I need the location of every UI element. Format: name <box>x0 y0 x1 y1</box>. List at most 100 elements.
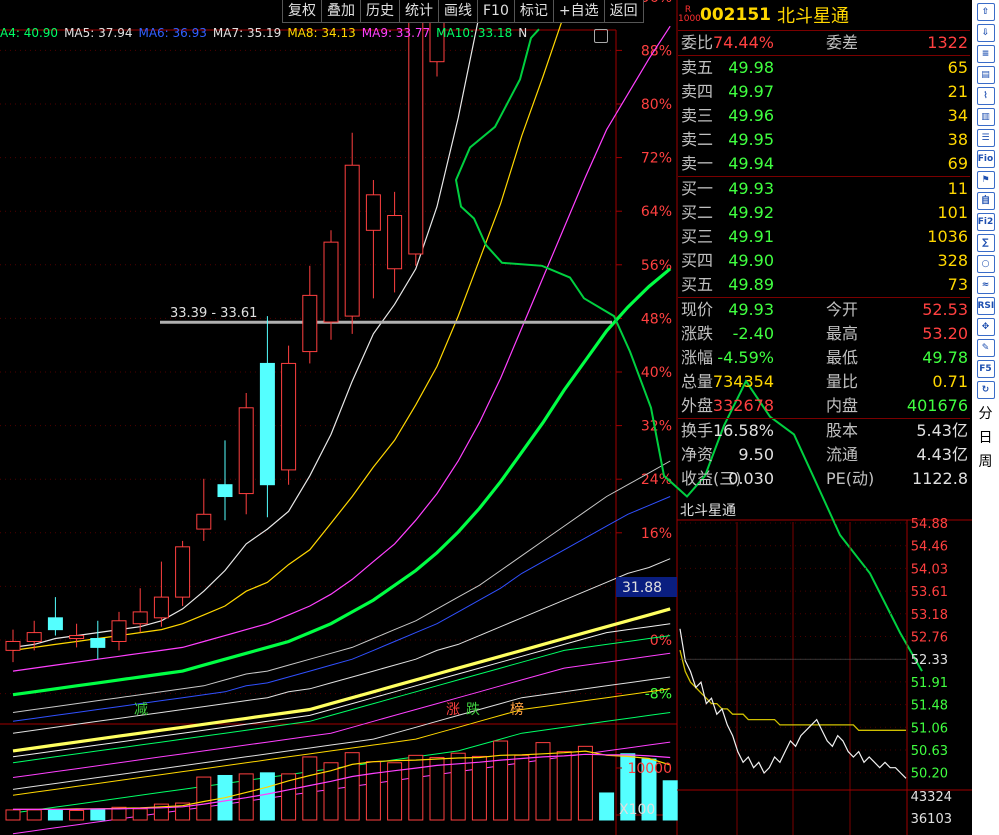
f2-icon[interactable]: Fi2 <box>976 213 995 231</box>
sigma-icon[interactable]: ∑ <box>976 234 995 252</box>
stat-label-2: 最高 <box>826 324 859 343</box>
fundamental-stats: 换手 16.58% 股本 5.43亿 净资 9.50 流通 4.43亿 收益(三) 0.030 PE… <box>678 419 970 491</box>
toolbar-button-6[interactable]: 标记 <box>513 0 554 23</box>
sell-row-label: 卖三 <box>681 106 714 125</box>
sell-row-label: 卖五 <box>681 58 714 77</box>
toolbar-button-7[interactable]: +自选 <box>552 0 605 23</box>
stat-row: 总量 734354 量比 0.71 <box>678 370 970 394</box>
intraday-price-tick: 52.33 <box>911 653 948 668</box>
ma-legend-item: N <box>518 26 528 40</box>
buy-row: 买一 49.93 11 <box>678 177 970 201</box>
pct-tick-label: 88% <box>641 43 672 59</box>
ma-legend-item: MA9: 33.77 <box>361 26 431 40</box>
volume-bar <box>259 772 275 821</box>
volume-bar <box>69 809 85 821</box>
right-toolbar: ⇧ ⇩ ≡ ▤ ⌇ ▥ ☰ Fio ⚑ 自 Fi2 ∑ ○ ≈ RSI ✥ ✎ F5 ↻ 分日周 <box>972 0 999 835</box>
candle <box>196 478 212 541</box>
crosshair-icon[interactable]: ✥ <box>976 318 995 336</box>
buy-orders: 买一 49.93 11 买二 49.92 101 买三 49.91 1036 买四 49.90 328… <box>678 177 970 298</box>
stat-label-2: 流通 <box>826 445 859 464</box>
report-icon[interactable]: ≡ <box>976 45 995 63</box>
pct-tick-label: 40% <box>641 365 672 381</box>
up-arrow-icon[interactable]: ⇧ <box>976 3 995 21</box>
candle <box>238 393 254 515</box>
stat-value: 734354 <box>712 372 774 391</box>
stat-row: 涨幅 -4.59% 最低 49.78 <box>678 346 970 370</box>
toolbar-button-3[interactable]: 统计 <box>399 0 439 23</box>
ma-legend-item: MA10: 33.18 <box>436 26 513 40</box>
cursor-price-label: 31.88 <box>622 580 662 596</box>
bar-chart-icon[interactable]: ▥ <box>976 108 995 126</box>
chart-icon[interactable]: ⌇ <box>976 87 995 105</box>
candle <box>344 132 360 334</box>
toolbar-button-5[interactable]: F10 <box>477 0 515 23</box>
ma-legend-item: MA5: 37.94 <box>64 26 133 40</box>
buy-row: 买四 49.90 328 <box>678 249 970 273</box>
sell-row-label: 卖二 <box>681 130 714 149</box>
price-stats: 现价 49.93 今开 52.53 涨跌 -2.40 最高 53.20 涨幅 -4.59% 最低 49… <box>678 298 970 419</box>
buy-row-volume: 328 <box>937 251 968 270</box>
stock-name: 北斗星通 <box>776 6 849 27</box>
sell-row-price: 49.96 <box>728 106 774 125</box>
toolbar-button-2[interactable]: 历史 <box>360 0 400 23</box>
stat-value: -4.59% <box>717 348 774 367</box>
weibi-value: 74.44% <box>712 33 774 52</box>
sell-row: 卖二 49.95 38 <box>678 128 970 152</box>
refresh-icon[interactable]: ↻ <box>976 381 995 399</box>
down-arrow-icon[interactable]: ⇩ <box>976 24 995 42</box>
volume-bar <box>344 752 360 821</box>
ma-lines <box>12 0 672 835</box>
volume-bar <box>471 755 487 821</box>
buy-row: 买三 49.91 1036 <box>678 225 970 249</box>
toolbar-button-8[interactable]: 返回 <box>603 0 644 23</box>
intraday-price-tick: 53.18 <box>911 608 948 623</box>
buy-row-label: 买四 <box>681 251 714 270</box>
period-button-2[interactable]: 周 <box>975 451 997 471</box>
volume-bar <box>429 756 445 821</box>
toolbar-button-4[interactable]: 画线 <box>438 0 478 23</box>
pct-tick-label: 64% <box>641 204 672 220</box>
doc-icon[interactable]: ▤ <box>976 66 995 84</box>
buy-row-price: 49.90 <box>728 251 774 270</box>
pen-icon[interactable]: ✎ <box>976 339 995 357</box>
list-icon[interactable]: ☰ <box>976 129 995 147</box>
volume-bar <box>196 776 212 821</box>
period-button-0[interactable]: 分 <box>975 403 997 423</box>
wave-icon[interactable]: ≈ <box>976 276 995 294</box>
flag-icon[interactable]: ⚑ <box>976 171 995 189</box>
stock-code: 002151 <box>700 5 771 25</box>
candle <box>259 316 275 518</box>
sell-row: 卖一 49.94 69 <box>678 152 970 176</box>
stat-label: 总量 <box>681 372 714 391</box>
r-badge: R 1000 <box>678 5 701 24</box>
candle <box>47 597 63 636</box>
intraday-price-tick: 54.03 <box>911 562 948 577</box>
volume-bar <box>662 780 678 821</box>
buy-row-volume: 1036 <box>927 227 968 246</box>
candles <box>5 0 445 663</box>
period-button-1[interactable]: 日 <box>975 427 997 447</box>
toolbar-button-0[interactable]: 复权 <box>282 0 322 23</box>
event-tag: 榜 <box>510 701 524 718</box>
sell-orders: 卖五 49.98 65 卖四 49.97 21 卖三 49.96 34 卖二 49.95 38 卖一 49… <box>678 56 970 177</box>
stat-label-2: 最低 <box>826 348 859 367</box>
f10-icon[interactable]: Fio <box>976 150 995 168</box>
self-icon[interactable]: 自 <box>976 192 995 210</box>
f5-icon[interactable]: F5 <box>976 360 995 378</box>
stat-row: 涨跌 -2.40 最高 53.20 <box>678 322 970 346</box>
buy-row-label: 买一 <box>681 179 714 198</box>
stat-label-2: PE(动) <box>826 469 875 488</box>
legend-toggle-box[interactable] <box>594 29 608 43</box>
weibi-label: 委比 <box>681 33 714 52</box>
sell-row-volume: 65 <box>947 58 968 77</box>
quote-panel: R 1000 002151 北斗星通 委比 74.44% 委差 1322 卖五 4… <box>678 0 970 520</box>
volume-chart: 10000 X100 <box>5 740 678 821</box>
candle <box>26 620 42 651</box>
stat-value: 0.030 <box>728 469 774 488</box>
candle <box>111 611 127 651</box>
toolbar-button-1[interactable]: 叠加 <box>321 0 361 23</box>
intraday-price-tick: 51.48 <box>911 699 948 714</box>
circle-icon[interactable]: ○ <box>976 255 995 273</box>
rsi-icon[interactable]: RSI <box>976 297 995 315</box>
sell-row: 卖四 49.97 21 <box>678 80 970 104</box>
